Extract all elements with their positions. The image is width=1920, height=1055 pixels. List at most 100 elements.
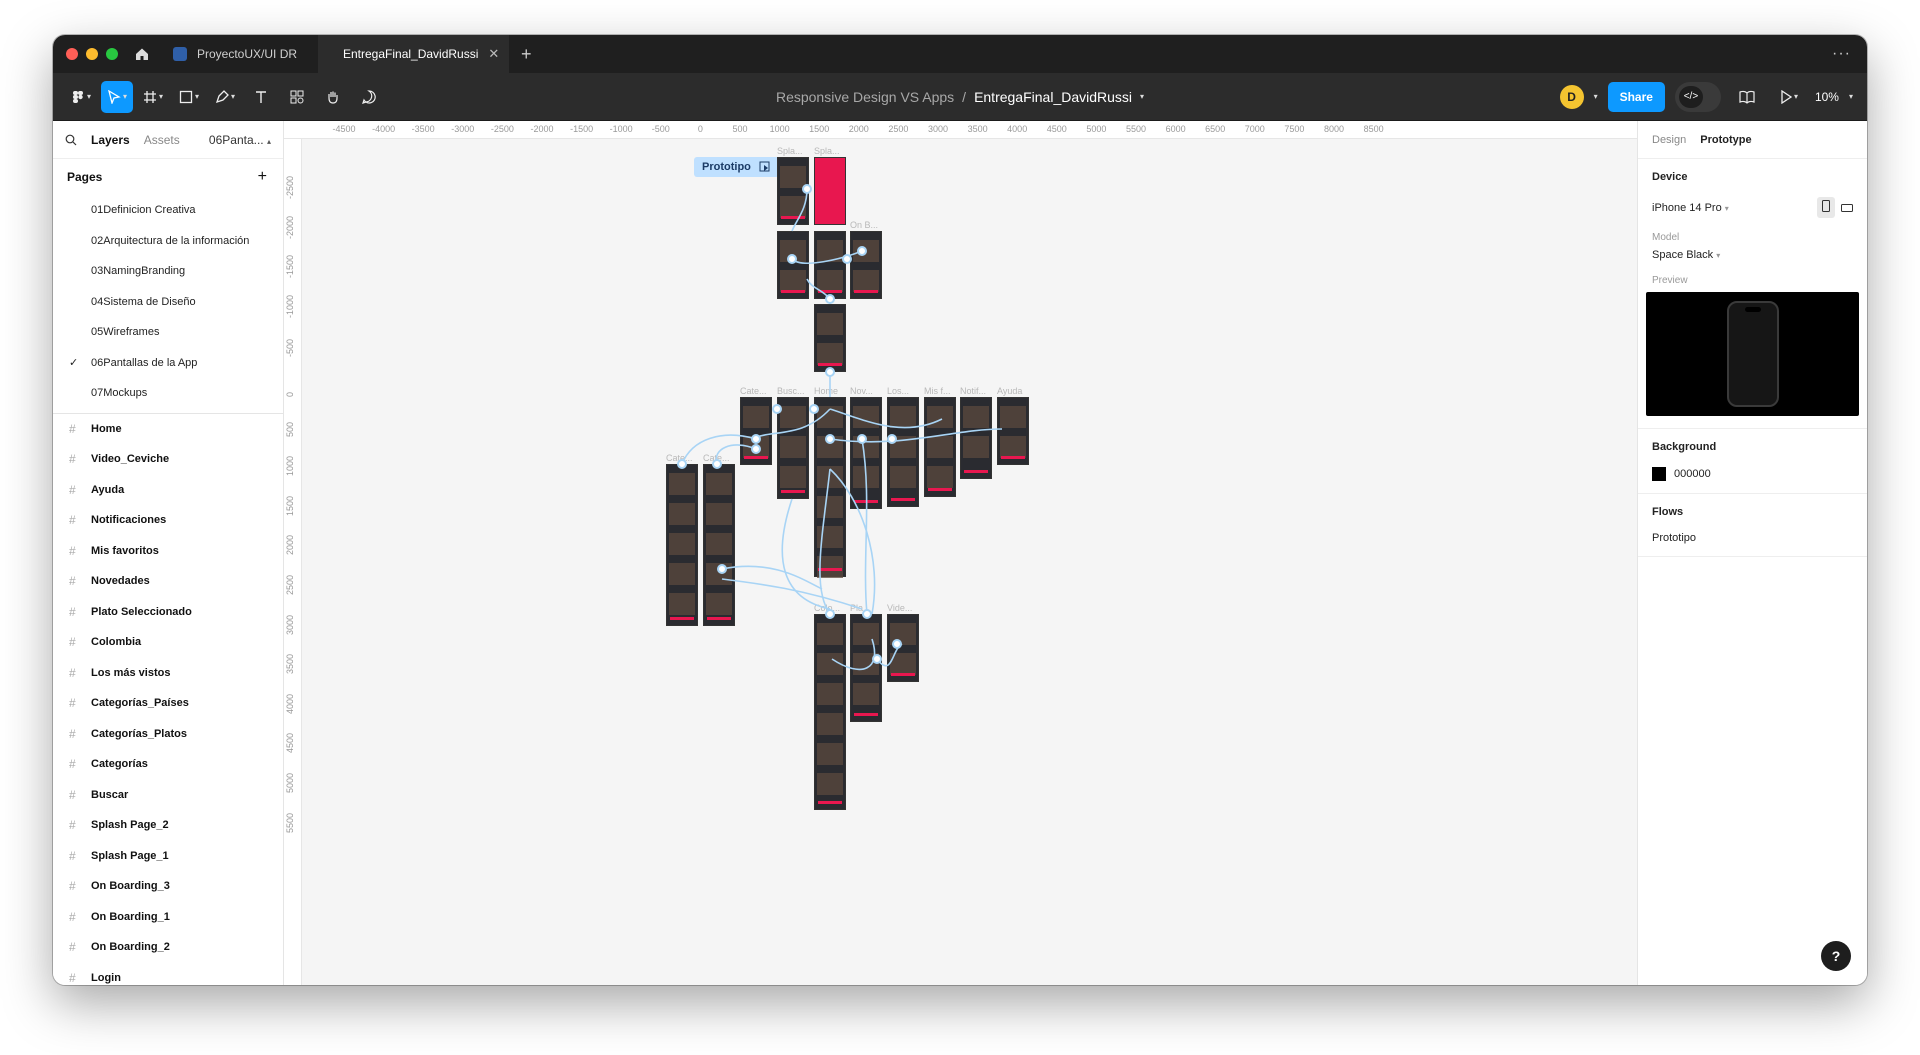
background-swatch[interactable]	[1652, 467, 1666, 481]
chevron-down-icon[interactable]: ▾	[1849, 92, 1853, 101]
connection-node[interactable]	[787, 254, 797, 264]
connection-node[interactable]	[842, 254, 852, 264]
resources-button[interactable]	[281, 81, 313, 113]
page-item[interactable]: 01Definicion Creativa	[53, 195, 283, 226]
connection-node[interactable]	[857, 434, 867, 444]
connection-node[interactable]	[887, 434, 897, 444]
zoom-level[interactable]: 10%	[1815, 90, 1839, 104]
layer-item[interactable]: # Plato Seleccionado	[53, 597, 283, 628]
dev-mode-toggle[interactable]: </>	[1674, 81, 1721, 112]
connection-line[interactable]	[829, 468, 876, 615]
help-button[interactable]: ?	[1821, 941, 1851, 971]
connection-node[interactable]	[809, 404, 819, 414]
connection-line[interactable]	[831, 638, 876, 671]
tab-prototype[interactable]: Prototype	[1700, 134, 1751, 146]
connection-node[interactable]	[717, 564, 727, 574]
layer-item[interactable]: # Categorías_Países	[53, 688, 283, 719]
layer-item[interactable]: # Categorías_Platos	[53, 719, 283, 750]
avatar[interactable]: D	[1559, 84, 1584, 109]
connection-node[interactable]	[872, 654, 882, 664]
text-tool-button[interactable]	[245, 81, 277, 113]
share-button[interactable]: Share	[1607, 81, 1665, 112]
layer-item[interactable]: # Los más vistos	[53, 658, 283, 689]
connection-node[interactable]	[677, 459, 687, 469]
page-item[interactable]: 07Mockups	[53, 378, 283, 409]
present-button[interactable]: ▾	[1773, 81, 1805, 113]
connection-node[interactable]	[825, 367, 835, 377]
page-item[interactable]: 02Arquitectura de la información	[53, 226, 283, 257]
hand-tool-button[interactable]	[317, 81, 349, 113]
connection-node[interactable]	[825, 434, 835, 444]
library-button[interactable]	[1731, 81, 1763, 113]
layer-item[interactable]: # On Boarding_1	[53, 902, 283, 933]
connection-node[interactable]	[772, 404, 782, 414]
tab-entrega-final[interactable]: EntregaFinal_DavidRussi ✕	[319, 35, 509, 73]
tab-proyecto[interactable]: ProyectoUX/UI DR	[159, 35, 319, 73]
more-options-icon[interactable]: ···	[1832, 45, 1867, 63]
landscape-icon[interactable]	[1841, 203, 1853, 212]
portrait-toggle[interactable]	[1817, 197, 1835, 218]
file-name[interactable]: EntregaFinal_DavidRussi	[974, 89, 1132, 105]
maximize-window-button[interactable]	[106, 48, 118, 60]
connection-node[interactable]	[862, 609, 872, 619]
move-tool-button[interactable]: ▾	[101, 80, 133, 113]
flow-item[interactable]: Prototipo	[1652, 532, 1853, 544]
connection-node[interactable]	[892, 639, 902, 649]
layer-item[interactable]: # Mis favoritos	[53, 536, 283, 567]
close-window-button[interactable]	[66, 48, 78, 60]
close-tab-icon[interactable]: ✕	[488, 46, 499, 62]
page-item[interactable]: 03NamingBranding	[53, 256, 283, 287]
layer-item[interactable]: # Notificaciones	[53, 505, 283, 536]
main-menu-button[interactable]: ▾	[65, 81, 97, 113]
page-item[interactable]: 05Wireframes	[53, 317, 283, 348]
page-selector[interactable]: 06Panta... ▴	[209, 133, 271, 147]
page-item[interactable]: ✓ 06Pantallas de la App	[53, 348, 283, 379]
layer-item[interactable]: # Categorías	[53, 749, 283, 780]
layer-item[interactable]: # Novedades	[53, 566, 283, 597]
add-page-icon[interactable]: +	[258, 168, 267, 186]
connection-node[interactable]	[751, 434, 761, 444]
shape-tool-button[interactable]: ▾	[173, 81, 205, 113]
canvas[interactable]: -4500 -4000 -3500 -3000 -2500 -2000 -1500 -1000…	[284, 121, 1637, 985]
connection-node[interactable]	[857, 246, 867, 256]
connection-node[interactable]	[751, 444, 761, 454]
layer-item[interactable]: # Login	[53, 963, 283, 986]
comment-tool-button[interactable]	[353, 81, 385, 113]
layer-item[interactable]: # Ayuda	[53, 475, 283, 506]
connection-line[interactable]	[829, 408, 943, 429]
project-name[interactable]: Responsive Design VS Apps	[776, 89, 954, 105]
connection-node[interactable]	[825, 294, 835, 304]
layer-item[interactable]: # On Boarding_2	[53, 932, 283, 963]
connection-node[interactable]	[825, 609, 835, 619]
pen-tool-button[interactable]: ▾	[209, 81, 241, 113]
connection-node[interactable]	[712, 459, 722, 469]
page-item[interactable]: 04Sistema de Diseño	[53, 287, 283, 318]
connection-line[interactable]	[715, 444, 757, 465]
frame-tool-button[interactable]: ▾	[137, 81, 169, 113]
minimize-window-button[interactable]	[86, 48, 98, 60]
layer-item[interactable]: # Video_Ceviche	[53, 444, 283, 475]
device-select[interactable]: iPhone 14 Pro ▾	[1652, 202, 1729, 214]
tab-design[interactable]: Design	[1652, 134, 1686, 146]
layer-item[interactable]: # Home	[53, 414, 283, 445]
tab-layers[interactable]: Layers	[91, 133, 130, 147]
chevron-down-icon[interactable]: ▾	[1594, 92, 1598, 101]
layer-item[interactable]: # Buscar	[53, 780, 283, 811]
home-icon[interactable]	[125, 35, 159, 73]
connection-line[interactable]	[791, 188, 808, 232]
connection-line[interactable]	[751, 408, 831, 440]
layer-item[interactable]: # On Boarding_3	[53, 871, 283, 902]
background-hex[interactable]: 000000	[1674, 468, 1711, 480]
tab-assets[interactable]: Assets	[144, 133, 180, 147]
layer-item[interactable]: # Splash Page_2	[53, 810, 283, 841]
connection-line[interactable]	[829, 428, 1003, 443]
connection-line[interactable]	[819, 468, 831, 615]
canvas-area[interactable]: Prototipo Spla... Spla... On B... Cate... Bu…	[302, 139, 1637, 985]
search-icon[interactable]	[65, 134, 77, 146]
chevron-down-icon[interactable]: ▾	[1140, 92, 1144, 101]
new-tab-button[interactable]: +	[509, 44, 544, 65]
connection-node[interactable]	[802, 184, 812, 194]
model-select[interactable]: Space Black ▾	[1652, 249, 1853, 261]
connection-line[interactable]	[721, 578, 863, 610]
layer-item[interactable]: # Splash Page_1	[53, 841, 283, 872]
